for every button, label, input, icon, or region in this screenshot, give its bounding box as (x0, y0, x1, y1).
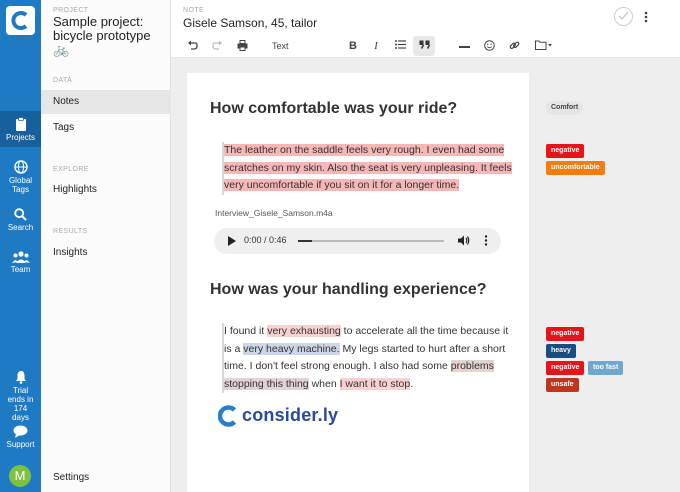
emoji-button[interactable] (481, 36, 497, 56)
consider-logo-icon (217, 405, 237, 427)
quote-block-1: The leather on the saddle feels very rou… (222, 142, 512, 195)
data-section-label: DATA (53, 77, 73, 84)
mark-done-button[interactable] (614, 7, 633, 26)
project-name[interactable]: Sample project: bicycle prototype 🚲 (53, 15, 168, 57)
tag-negative[interactable]: negative (546, 327, 585, 341)
tag-negative[interactable]: negative (546, 361, 585, 375)
audio-progress-track[interactable] (298, 240, 444, 242)
printer-icon (237, 40, 247, 51)
search-icon (14, 208, 27, 221)
audio-time: 0:00 / 0:46 (244, 235, 287, 245)
play-icon[interactable] (228, 236, 236, 246)
clipboard-icon (15, 117, 26, 131)
undo-button[interactable] (184, 36, 200, 56)
chat-bubble-icon (13, 425, 28, 438)
rail-projects-label: Projects (6, 133, 35, 142)
emoji-icon (483, 40, 495, 51)
brand-name: consider.ly (242, 405, 339, 425)
nav-highlights[interactable]: Highlights (41, 178, 171, 202)
trial-notice[interactable]: Trial ends in 174 days (0, 370, 41, 422)
bold-button[interactable]: B (346, 36, 360, 56)
editor-toolbar: Text B I (171, 36, 680, 56)
highlight-rough-saddle[interactable]: The leather on the saddle feels very rou… (224, 144, 512, 191)
tag-heavy[interactable]: heavy (546, 344, 576, 358)
globe-icon (13, 160, 28, 174)
link-button[interactable] (506, 36, 522, 56)
nav-notes[interactable]: Notes (41, 90, 171, 114)
quote-text: . (410, 377, 414, 390)
note-title[interactable]: Gisele Samson, 45, tailor (183, 16, 317, 30)
horizontal-rule-button[interactable] (456, 36, 472, 56)
rail-search[interactable]: Search (0, 208, 41, 232)
project-section-label: PROJECT (53, 7, 89, 14)
more-options-button[interactable] (644, 10, 648, 28)
link-icon (509, 41, 519, 49)
rail-global-tags-label: Global Tags (8, 176, 33, 194)
results-section-label: RESULTS (53, 228, 88, 235)
tag-unsafe[interactable]: unsafe (546, 378, 579, 392)
note-editor[interactable]: How comfortable was your ride? The leath… (187, 73, 529, 492)
rail-team-label: Team (10, 265, 31, 274)
note-heading-1: How comfortable was your ride? (210, 100, 458, 117)
nav-insights[interactable]: Insights (41, 241, 171, 265)
highlight-very-heavy-machine[interactable]: very heavy machine. (243, 342, 340, 355)
consider-logo-icon (11, 11, 28, 30)
rail-projects[interactable]: Projects (0, 111, 41, 147)
horizontal-rule-icon (458, 46, 470, 48)
print-button[interactable] (234, 36, 250, 56)
rail-search-label: Search (7, 223, 34, 232)
quote-icon (419, 40, 430, 49)
app-rail: Projects Global Tags Search Team Trial e… (0, 0, 41, 492)
quote-block-2: I found it very exhausting to accelerate… (222, 323, 512, 393)
explore-section-label: EXPLORE (53, 166, 89, 173)
audio-progress-fill (298, 240, 312, 242)
text-style-dropdown[interactable]: Text (272, 36, 302, 56)
bell-icon (15, 371, 26, 384)
kebab-menu-icon (644, 11, 648, 23)
audio-more-icon[interactable] (484, 235, 488, 246)
note-heading-2: How was your handling experience? (210, 281, 487, 298)
note-content-area: How comfortable was your ride? The leath… (171, 58, 680, 492)
trial-notice-label: Trial ends in 174 days (7, 386, 34, 422)
blockquote-button[interactable] (413, 36, 435, 56)
folder-icon (534, 40, 552, 50)
insert-file-dropdown[interactable] (532, 36, 554, 56)
project-panel: PROJECT Sample project: bicycle prototyp… (41, 0, 171, 492)
team-icon (11, 251, 30, 263)
user-avatar[interactable]: M (9, 465, 31, 487)
app-logo[interactable] (6, 6, 35, 35)
note-header: NOTE Gisele Samson, 45, tailor Text B I (171, 0, 680, 58)
italic-button[interactable]: I (369, 36, 383, 56)
tag-too-fast[interactable]: too fast (588, 361, 624, 375)
rail-support[interactable]: Support (0, 425, 41, 449)
bullet-list-button[interactable] (392, 36, 408, 56)
tag-uncomfortable[interactable]: uncomfortable (546, 161, 605, 175)
bullet-list-icon (394, 40, 406, 49)
audio-player[interactable]: 0:00 / 0:46 (214, 228, 501, 254)
volume-icon[interactable] (458, 235, 470, 246)
rail-support-label: Support (6, 440, 35, 449)
tag-negative[interactable]: negative (546, 144, 585, 158)
checkmark-icon (618, 11, 629, 21)
undo-icon (187, 40, 198, 50)
rail-team[interactable]: Team (0, 251, 41, 274)
highlight-want-it-to-stop[interactable]: I want it to stop (339, 377, 411, 390)
audio-file-name: Interview_Gisele_Samson.m4a (215, 208, 333, 218)
highlight-very-exhausting[interactable]: very exhausting (267, 325, 341, 337)
redo-icon (211, 40, 222, 50)
quote-text: when (308, 377, 340, 390)
note-section-label: NOTE (183, 7, 205, 14)
nav-settings[interactable]: Settings (41, 466, 171, 490)
quote-text: I found it (224, 325, 268, 337)
rail-global-tags[interactable]: Global Tags (0, 160, 41, 194)
nav-tags[interactable]: Tags (41, 116, 171, 140)
redo-button[interactable] (209, 36, 225, 56)
brand-logo: consider.ly (217, 405, 338, 432)
code-tag-comfort[interactable]: Comfort (546, 101, 584, 115)
